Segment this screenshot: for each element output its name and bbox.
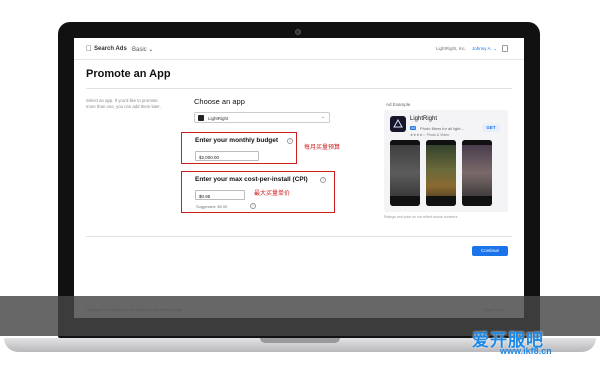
suggested-cpi: Suggested: $0.90 bbox=[196, 204, 228, 209]
ad-rating: ★★★★☆ Photo & Video bbox=[410, 133, 449, 137]
app-logo-icon bbox=[390, 116, 406, 132]
help-icon[interactable] bbox=[502, 45, 508, 52]
cpi-label: Enter your max cost-per-install (CPI) bbox=[195, 176, 308, 183]
budget-annotation: 每月买量预算 bbox=[304, 145, 341, 151]
stage:  Search Ads Basic ⌄ LightRight, Inc. Jo… bbox=[0, 0, 600, 374]
ad-subtitle: Photo filters for all light... bbox=[420, 126, 464, 131]
get-button: GET bbox=[482, 124, 500, 132]
camera-icon bbox=[295, 29, 301, 35]
selected-app-name: LightRight bbox=[208, 116, 229, 121]
ad-badge: Ad bbox=[410, 126, 417, 130]
budget-label: Enter your monthly budget bbox=[195, 137, 279, 144]
brand-name[interactable]: Search Ads bbox=[94, 46, 127, 52]
choose-app-title: Choose an app bbox=[194, 97, 245, 106]
laptop-notch bbox=[260, 338, 340, 343]
page-title: Promote an App bbox=[86, 68, 171, 80]
budget-input[interactable]: $2,000.00 bbox=[195, 151, 259, 161]
info-icon[interactable]: ? bbox=[250, 203, 256, 209]
info-icon[interactable]: ? bbox=[287, 138, 293, 144]
ad-example-label: Ad Example bbox=[386, 102, 411, 107]
apple-logo-icon:  bbox=[86, 44, 92, 53]
screenshot-2 bbox=[426, 140, 456, 206]
org-name: LightRight, Inc. bbox=[436, 46, 467, 51]
help-text: Select an app. If you'd like to promote … bbox=[86, 98, 161, 109]
ad-disclaimer: Ratings and price do not reflect actual … bbox=[384, 215, 459, 219]
continue-button[interactable]: Continue bbox=[472, 246, 508, 256]
top-bar:  Search Ads Basic ⌄ LightRight, Inc. Jo… bbox=[74, 38, 524, 60]
divider bbox=[86, 236, 512, 237]
app-select[interactable]: LightRight ⌄ bbox=[194, 112, 330, 123]
plan-selector[interactable]: Basic ⌄ bbox=[132, 46, 153, 53]
cpi-input[interactable]: $0.95 bbox=[195, 190, 245, 200]
info-icon[interactable]: ? bbox=[320, 177, 326, 183]
ad-app-name: LightRight bbox=[410, 116, 438, 122]
watermark-url: www.ikf8.cn bbox=[500, 346, 552, 356]
chevron-down-icon: ⌄ bbox=[320, 114, 325, 120]
app-screen:  Search Ads Basic ⌄ LightRight, Inc. Jo… bbox=[74, 38, 524, 318]
screenshot-3 bbox=[462, 140, 492, 206]
cpi-annotation: 最大买量单价 bbox=[254, 191, 291, 197]
divider bbox=[86, 88, 512, 89]
screenshot-1 bbox=[390, 140, 420, 206]
user-menu[interactable]: Johnny A. ⌄ bbox=[472, 46, 497, 52]
app-icon bbox=[198, 115, 204, 121]
